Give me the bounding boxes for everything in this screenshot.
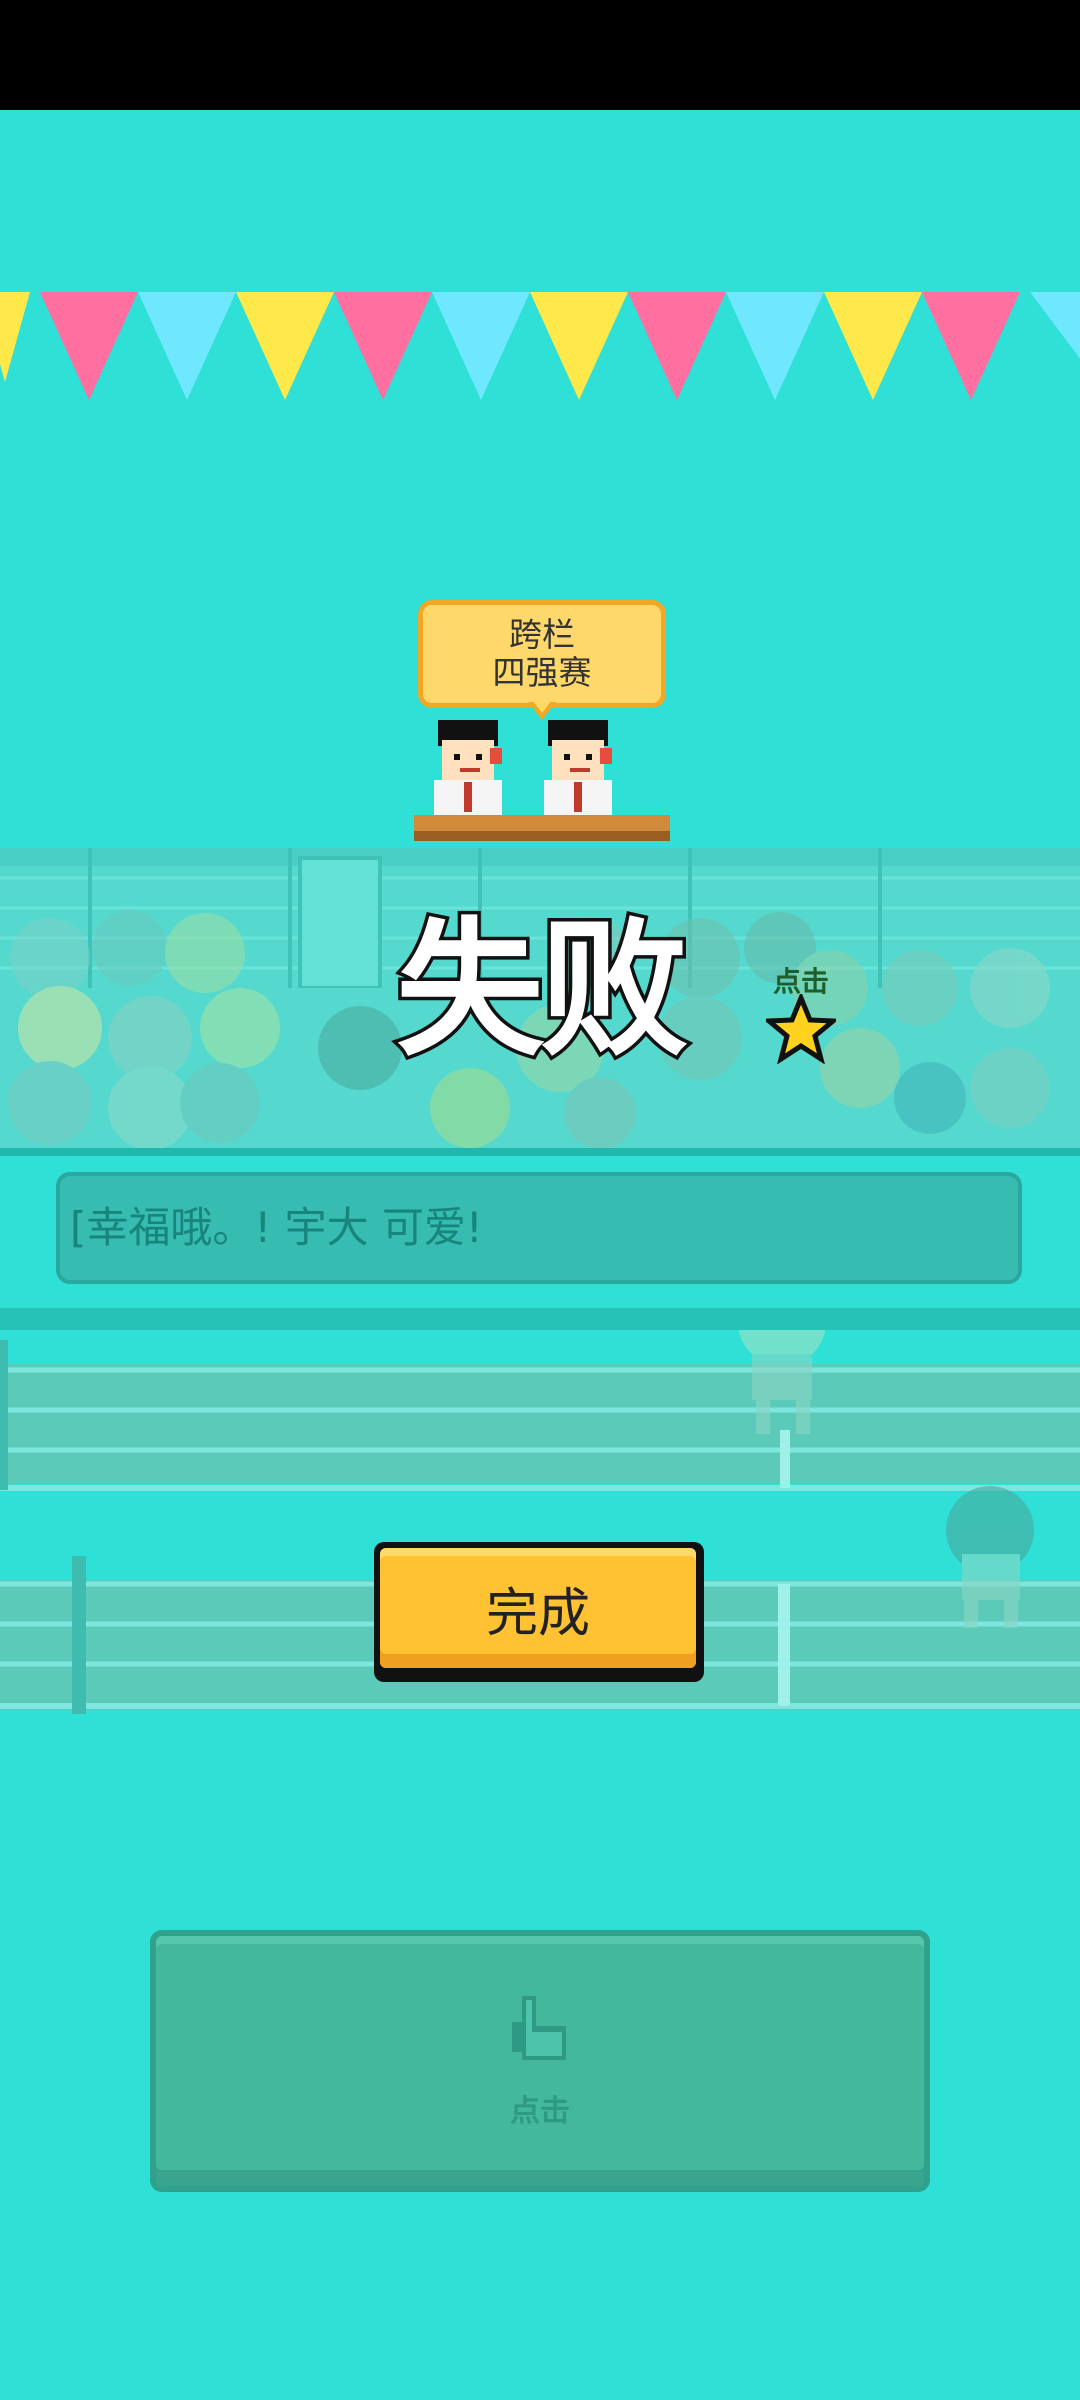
event-label-tail-inner (532, 700, 552, 713)
done-button[interactable]: 完成 (374, 1542, 704, 1682)
pointing-hand-icon (512, 1996, 566, 2060)
tap-pad[interactable]: 点击 (150, 1930, 930, 2192)
commentator-right (544, 720, 612, 820)
event-label-line1: 跨栏 (509, 615, 575, 654)
tap-star[interactable]: 点击 (760, 960, 842, 1075)
star-icon (766, 994, 836, 1064)
ticker-base (0, 1308, 1080, 1330)
ticker-panel: [幸福哦。! 宇大 可爱! (56, 1172, 1022, 1284)
bunting-flags (0, 292, 1080, 400)
result-title: 失败 (393, 901, 692, 1080)
done-button-label: 完成 (380, 1548, 696, 1668)
commentators (414, 720, 670, 841)
ticker-text: [幸福哦。! 宇大 可爱! (70, 1203, 483, 1252)
event-label-line2: 四强赛 (492, 653, 592, 692)
commentator-left (434, 720, 502, 820)
ticker-divider (0, 1148, 1080, 1156)
tap-pad-label: 点击 (510, 2094, 570, 2129)
event-label: 跨栏 四强赛 (418, 600, 666, 708)
status-bar (0, 0, 1080, 110)
